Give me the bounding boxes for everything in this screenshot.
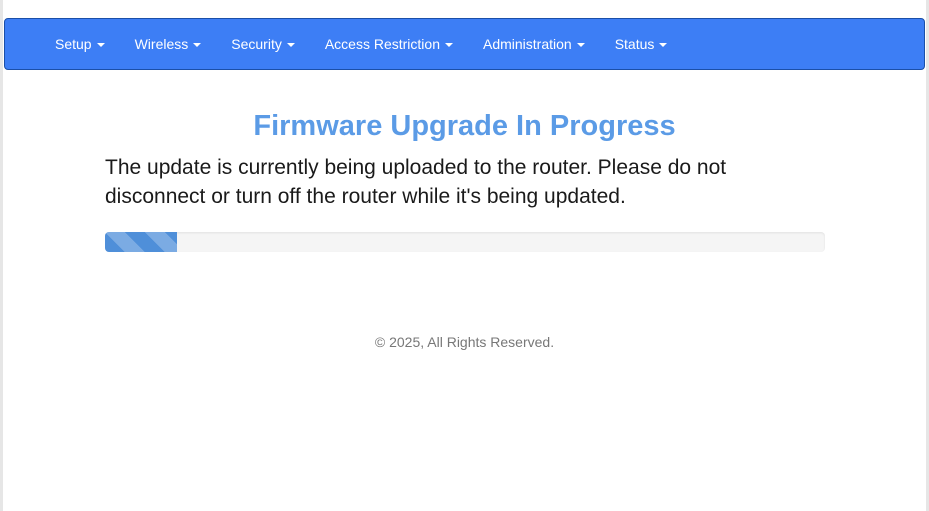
caret-down-icon [445, 43, 453, 47]
nav-item-setup[interactable]: Setup [40, 19, 120, 69]
upload-progress-bar [105, 232, 177, 252]
nav-item-label: Access Restriction [324, 36, 440, 52]
firmware-upgrade-page: Setup Wireless Security Access Restricti… [0, 0, 929, 511]
nav-item-status[interactable]: Status [600, 19, 683, 69]
caret-down-icon [193, 43, 202, 47]
window-edge-left [0, 0, 3, 511]
nav-item-label: Wireless [134, 36, 189, 52]
upload-progress-track [105, 232, 825, 252]
nav-item-label: Setup [55, 36, 92, 52]
nav-menu: Setup Wireless Security Access Restricti… [40, 19, 682, 69]
caret-down-icon [286, 43, 295, 47]
footer-copyright: © 2025, All Rights Reserved. [374, 334, 555, 350]
nav-item-label: Administration [483, 36, 572, 52]
nav-item-administration[interactable]: Administration [468, 19, 600, 69]
caret-down-icon [576, 43, 585, 47]
nav-item-security[interactable]: Security [216, 19, 310, 69]
caret-down-icon [96, 43, 105, 47]
top-navbar: Setup Wireless Security Access Restricti… [4, 18, 925, 70]
caret-down-icon [659, 43, 668, 47]
nav-item-access-restriction[interactable]: Access Restriction [310, 19, 468, 69]
nav-item-wireless[interactable]: Wireless [120, 19, 217, 69]
nav-item-label: Security [231, 36, 282, 52]
nav-item-label: Status [614, 36, 655, 52]
upgrade-message: The update is currently being uploaded t… [105, 156, 727, 208]
page-title: Firmware Upgrade In Progress [253, 110, 676, 142]
